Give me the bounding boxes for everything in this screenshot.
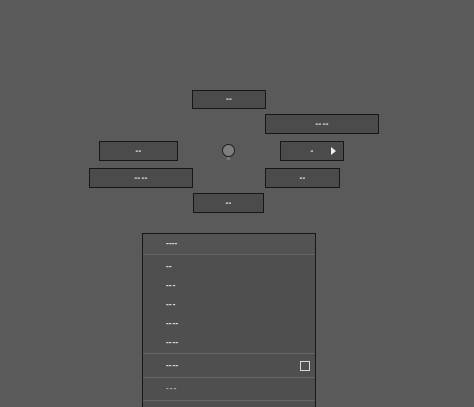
- pie-item-top-right[interactable]: ▬▬ ▬▬: [265, 114, 379, 134]
- panel-menu-item[interactable]: ▬▬ ▬: [143, 276, 315, 295]
- panel-menu-item-label: ▬▬: [166, 264, 172, 269]
- pie-item-bottom-label: ▬▬: [225, 200, 232, 205]
- pie-center-indicator: [222, 144, 235, 157]
- panel-checkbox-label: ▬▬ ▬▬: [166, 363, 179, 367]
- pie-item-left-label: ▬▬: [135, 148, 142, 153]
- panel-divider: [143, 400, 315, 401]
- pie-center-tick: [227, 157, 230, 160]
- panel-divider: [143, 254, 315, 255]
- submenu-arrow-icon: [331, 147, 336, 155]
- panel-menu-item-label: ▬▬ ▬▬: [166, 321, 179, 325]
- pie-item-left[interactable]: ▬▬: [99, 141, 178, 161]
- panel-header-label: ▬▬▬▬: [166, 241, 178, 246]
- panel-menu-item-disabled[interactable]: ▬ ▬ ▬: [143, 378, 315, 400]
- panel-header-row: ▬▬▬▬: [143, 234, 315, 254]
- pie-item-top-right-label: ▬▬ ▬▬: [315, 121, 329, 126]
- pie-item-bottom-left[interactable]: ▬▬ ▬▬: [89, 168, 193, 188]
- panel-menu-item-disabled-label: ▬ ▬ ▬: [166, 386, 177, 391]
- operator-panel: ▬▬▬▬ ▬▬ ▬▬ ▬ ▬▬ ▬ ▬▬ ▬▬ ▬▬ ▬▬ ▬▬ ▬▬ ▬ ▬ …: [142, 233, 316, 407]
- pie-item-right-submenu[interactable]: ▬: [280, 141, 344, 161]
- panel-checkbox[interactable]: [300, 360, 310, 371]
- pie-item-top[interactable]: ▬▬: [192, 90, 266, 109]
- panel-menu-item[interactable]: ▬▬ ▬: [143, 295, 315, 314]
- pie-item-bottom[interactable]: ▬▬: [193, 193, 264, 213]
- panel-menu-item[interactable]: ▬▬ ▬▬: [143, 333, 315, 352]
- panel-menu-item-label: ▬▬ ▬: [166, 302, 176, 306]
- pie-item-bottom-right-label: ▬▬: [299, 175, 306, 180]
- panel-menu-item-label: ▬▬ ▬▬: [166, 340, 179, 344]
- panel-header: ▬▬▬▬: [143, 234, 315, 254]
- panel-menu-item-label: ▬▬ ▬: [166, 283, 176, 287]
- pie-item-bottom-left-label: ▬▬ ▬▬: [134, 175, 148, 180]
- panel-checkbox-row[interactable]: ▬▬ ▬▬: [143, 354, 315, 377]
- pie-item-top-label: ▬▬: [225, 97, 233, 101]
- panel-menu-item[interactable]: ▬▬ ▬▬: [143, 314, 315, 333]
- pie-item-bottom-right[interactable]: ▬▬: [265, 168, 340, 188]
- panel-menu-item[interactable]: ▬▬: [143, 258, 315, 276]
- pie-item-right-label: ▬: [310, 148, 314, 153]
